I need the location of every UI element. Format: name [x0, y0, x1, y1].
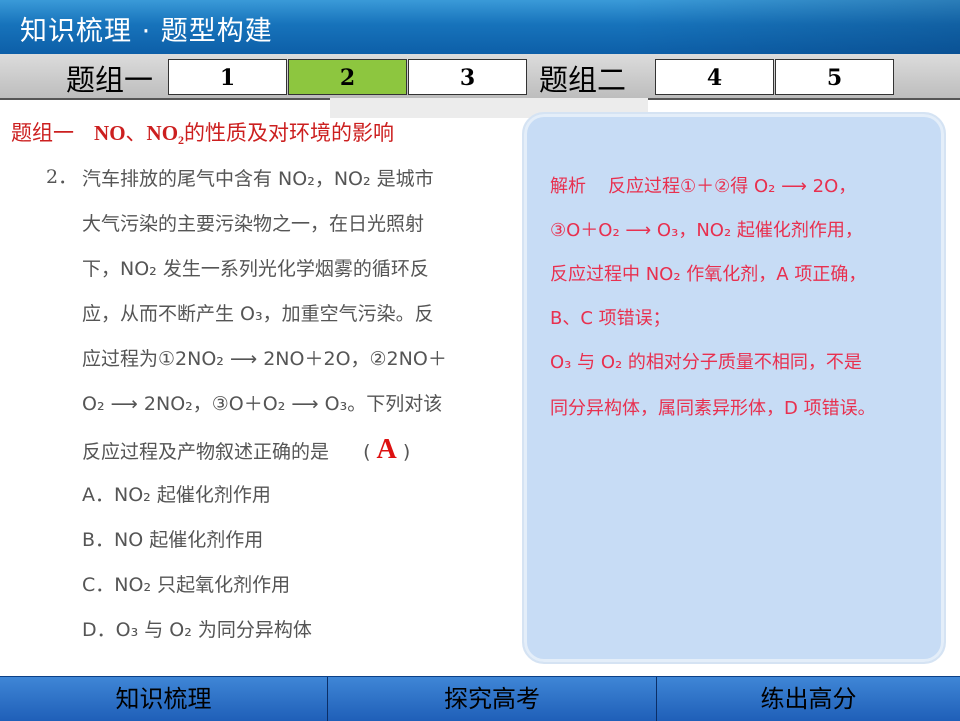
explanation-line-1: 解析 反应过程①＋②得 O₂ ⟶ 2O，	[550, 172, 856, 198]
option-b-letter: B．	[82, 529, 115, 551]
footer-nav: 知识梳理 探究高考 练出高分	[0, 676, 960, 721]
question-line-2: 大气污染的主要污染物之一，在日光照射	[82, 213, 425, 235]
question-line-7: 反应过程及产物叙述正确的是 ( A )	[82, 434, 410, 466]
question-line-5: 应过程为①2NO₂ ⟶ 2NO＋2O，②2NO＋	[82, 348, 447, 370]
question-line-4: 应，从而不断产生 O₃，加重空气污染。反	[82, 303, 434, 325]
section-heading: 题组一 NO、NO2的性质及对环境的影响	[11, 117, 394, 148]
option-c-text: NO₂ 只起氧化剂作用	[114, 574, 291, 596]
nav-practice-button[interactable]: 练出高分	[657, 677, 960, 721]
option-c-letter: C．	[82, 574, 115, 596]
option-d[interactable]: D．O₃ 与 O₂ 为同分异构体	[82, 615, 312, 642]
option-d-letter: D．	[82, 619, 116, 641]
nav-explore-exam-button[interactable]: 探究高考	[328, 677, 656, 721]
explanation-line-5: O₃ 与 O₂ 的相对分子质量不相同，不是	[550, 352, 862, 373]
question-line-1: 汽车排放的尾气中含有 NO₂，NO₂ 是城市	[82, 168, 434, 190]
option-b-text: NO 起催化剂作用	[114, 529, 264, 551]
header-bar: 知识梳理 · 题型构建	[0, 0, 960, 55]
nav-knowledge-review-button[interactable]: 知识梳理	[0, 677, 327, 721]
explanation-line-3: 反应过程中 NO₂ 作氧化剂，A 项正确，	[550, 264, 867, 285]
heading-formula-no: NO	[94, 121, 126, 145]
explanation-line-4: B、C 项错误；	[550, 308, 671, 329]
answer-letter: A	[376, 434, 397, 465]
question-stem-end: 反应过程及产物叙述正确的是	[82, 441, 330, 463]
group-two-label: 题组二	[539, 63, 627, 97]
heading-formula-no2: NO	[146, 121, 179, 145]
option-b[interactable]: B．NO 起催化剂作用	[82, 525, 263, 552]
option-a-letter: A．	[82, 484, 114, 506]
option-c[interactable]: C．NO₂ 只起氧化剂作用	[82, 570, 290, 597]
tab-question-4[interactable]: 4	[655, 59, 774, 95]
heading-group-label: 题组一	[11, 121, 74, 145]
option-a[interactable]: A．NO₂ 起催化剂作用	[82, 480, 271, 507]
tab-question-5[interactable]: 5	[775, 59, 894, 95]
explanation-label: 解析	[550, 176, 586, 197]
question-line-3: 下，NO₂ 发生一系列光化学烟雾的循环反	[82, 258, 429, 280]
tab-question-3[interactable]: 3	[408, 59, 527, 95]
tab-question-2[interactable]: 2	[288, 59, 407, 95]
page-title: 知识梳理 · 题型构建	[20, 16, 273, 47]
question-number: 2．	[46, 166, 78, 188]
option-d-text: O₃ 与 O₂ 为同分异构体	[115, 619, 312, 641]
explanation-text-1: 反应过程①＋②得 O₂ ⟶ 2O，	[608, 176, 857, 197]
heading-topic: 的性质及对环境的影响	[184, 121, 395, 145]
tab-question-1[interactable]: 1	[168, 59, 287, 95]
answer-bracket-open: (	[363, 441, 371, 463]
option-a-text: NO₂ 起催化剂作用	[114, 484, 271, 506]
group-one-label: 题组一	[66, 63, 154, 97]
header-decoration	[630, 0, 960, 54]
explanation-line-6: 同分异构体，属同素异形体，D 项错误。	[550, 398, 876, 419]
heading-separator: 、	[125, 121, 147, 145]
question-line-6: O₂ ⟶ 2NO₂，③O＋O₂ ⟶ O₃。下列对该	[82, 393, 443, 415]
explanation-line-2: ③O＋O₂ ⟶ O₃，NO₂ 起催化剂作用，	[550, 220, 863, 241]
question-group-tabbar: 题组一 1 2 3 题组二 4 5	[0, 54, 960, 100]
answer-bracket-close: )	[402, 441, 411, 463]
